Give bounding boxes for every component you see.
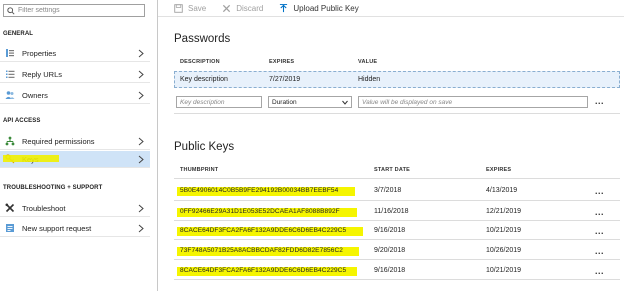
col-thumbprint: THUMBPRINT — [180, 167, 219, 173]
sidebar-item-label: New support request — [22, 223, 92, 233]
divider — [174, 113, 620, 114]
keys-blade-content: Passwords DESCRIPTION EXPIRES VALUE Key … — [158, 17, 624, 291]
key-thumbprint: 8CACE64DF3FCA2FA6F132A9DDE6C6D6EB4C229C5 — [180, 267, 347, 274]
filter-settings-input[interactable] — [18, 7, 138, 14]
key-expires: 10/21/2019 — [486, 227, 522, 234]
command-bar: Save Discard Upload Public Key — [158, 0, 624, 17]
divider — [174, 200, 620, 201]
col-value: VALUE — [358, 59, 378, 65]
chevron-right-icon — [138, 49, 144, 58]
key-value-input[interactable] — [358, 96, 588, 108]
col-expires: EXPIRES — [269, 59, 295, 65]
discard-label: Discard — [236, 3, 264, 13]
key-row-more-button[interactable]: ... — [595, 246, 604, 256]
sidebar-item-label: Required permissions — [22, 136, 95, 146]
divider — [174, 178, 620, 179]
chevron-right-icon — [138, 137, 144, 146]
sidebar-item-new-support-request[interactable]: New support request — [0, 220, 150, 237]
permissions-icon — [5, 136, 15, 146]
key-start-date: 9/20/2018 — [374, 247, 406, 254]
discard-button[interactable]: Discard — [222, 4, 263, 13]
divider — [174, 259, 620, 260]
chevron-down-icon — [342, 100, 348, 105]
chevron-right-icon — [138, 224, 144, 233]
sidebar-item-label: Troubleshoot — [22, 203, 66, 213]
divider — [174, 279, 620, 280]
key-start-date: 9/16/2018 — [374, 267, 406, 274]
key-thumbprint: 5B0E4906014C0B5B9FE294192B00034BB7EEBF54 — [180, 187, 339, 194]
key-thumbprint: 8CACE64DF3FCA2FA6F132A9DDE6C6D6EB4C229C5 — [180, 227, 347, 234]
chevron-right-icon — [138, 155, 144, 164]
sidebar-item-troubleshoot[interactable]: Troubleshoot — [0, 200, 150, 217]
passwords-heading: Passwords — [174, 33, 231, 45]
col-expires: EXPIRES — [486, 167, 512, 173]
divider — [174, 220, 620, 221]
upload-icon — [280, 3, 288, 12]
sidebar-item-label: Properties — [22, 48, 57, 58]
sidebar-item-label: Owners — [22, 90, 48, 100]
key-row-more-button[interactable]: ... — [595, 186, 604, 196]
duration-dropdown[interactable]: Duration — [268, 96, 352, 108]
save-button[interactable]: Save — [174, 4, 206, 13]
upload-public-key-button[interactable]: Upload Public Key — [279, 3, 359, 13]
key-description-input[interactable] — [176, 96, 262, 108]
upload-label: Upload Public Key — [293, 3, 359, 13]
duration-value: Duration — [272, 98, 297, 106]
divider — [174, 239, 620, 240]
save-icon — [174, 3, 183, 13]
password-value: Hidden — [358, 76, 381, 83]
sidebar-item-properties[interactable]: Properties — [0, 45, 150, 62]
list-icon — [5, 69, 15, 79]
key-start-date: 3/7/2018 — [374, 187, 402, 194]
chevron-right-icon — [138, 204, 144, 213]
sidebar-item-label: Reply URLs — [22, 69, 63, 79]
sidebar-item-owners[interactable]: Owners — [0, 87, 150, 104]
col-description: DESCRIPTION — [180, 59, 220, 65]
sidebar-item-required-permissions[interactable]: Required permissions — [0, 133, 150, 150]
key-expires: 4/13/2019 — [486, 187, 518, 194]
settings-sidebar: GENERAL Properties Reply URLs Owners API… — [0, 0, 158, 291]
section-general: GENERAL — [3, 31, 34, 37]
key-row-more-button[interactable]: ... — [595, 266, 604, 276]
key-row-more-button[interactable]: ... — [595, 207, 604, 217]
password-expires: 7/27/2019 — [269, 76, 301, 83]
chevron-right-icon — [138, 91, 144, 100]
col-start-date: START DATE — [374, 167, 411, 173]
key-start-date: 11/16/2018 — [374, 208, 409, 215]
key-expires: 12/21/2019 — [486, 208, 522, 215]
key-thumbprint: 0FF92466E29A31D1E053E52DCAEA1AF8088B892F — [180, 208, 340, 215]
keys-highlight-mark — [3, 155, 59, 162]
wrench-icon — [5, 203, 15, 213]
close-icon — [223, 4, 231, 12]
key-row-more-button[interactable]: ... — [595, 226, 604, 236]
support-request-icon — [5, 223, 15, 233]
properties-icon — [5, 48, 15, 58]
people-icon — [5, 90, 15, 100]
sidebar-item-reply-urls[interactable]: Reply URLs — [0, 66, 150, 83]
public-keys-heading: Public Keys — [174, 141, 235, 153]
section-api-access: API ACCESS — [3, 118, 41, 124]
password-new-row-more-button[interactable]: ... — [595, 96, 604, 106]
key-thumbprint: 73F748A5071B25A8ACBBCDAF82FDD6D82E7856C2 — [180, 247, 343, 254]
key-expires: 10/26/2019 — [486, 247, 522, 254]
filter-settings-box[interactable] — [3, 4, 145, 17]
key-expires: 10/21/2019 — [486, 267, 522, 274]
section-troubleshooting: TROUBLESHOOTING + SUPPORT — [3, 185, 103, 191]
password-row[interactable] — [174, 71, 620, 88]
chevron-right-icon — [138, 70, 144, 79]
password-description: Key description — [180, 76, 228, 83]
save-label: Save — [188, 3, 207, 13]
search-icon — [7, 6, 15, 15]
key-start-date: 9/16/2018 — [374, 227, 406, 234]
